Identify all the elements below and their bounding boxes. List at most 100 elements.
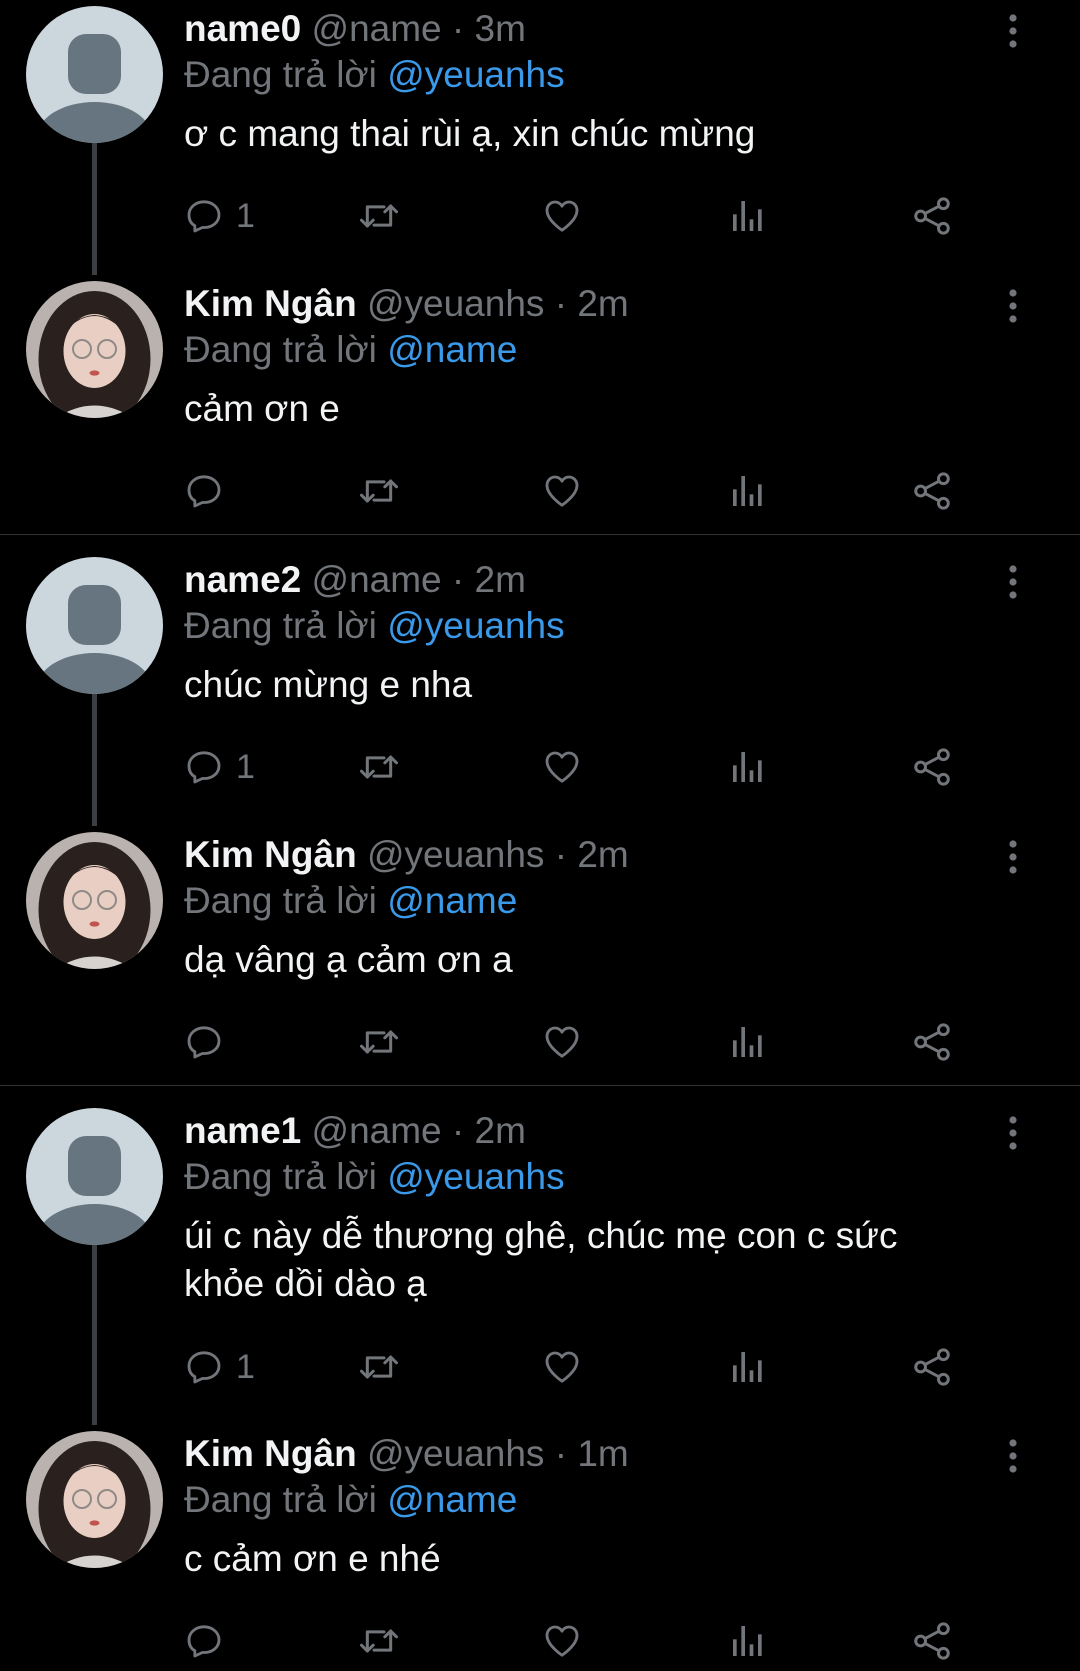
mention-link[interactable]: @name [387, 329, 517, 370]
tweet[interactable]: name0 @name · 3m Đang trả lời @yeuanhs ơ… [0, 0, 1080, 275]
reply-icon [187, 200, 221, 233]
user-handle[interactable]: @name [312, 1110, 442, 1151]
share-button[interactable] [911, 1017, 953, 1067]
default-avatar-icon[interactable] [26, 6, 163, 143]
replying-to-label: Đang trả lời [184, 329, 377, 370]
like-button[interactable] [542, 466, 582, 516]
analytics-button[interactable] [728, 466, 768, 516]
analytics-button[interactable] [728, 1616, 768, 1666]
share-button[interactable] [911, 466, 953, 516]
like-button[interactable] [542, 1616, 582, 1666]
default-avatar-icon[interactable] [26, 557, 163, 694]
tweet[interactable]: Kim Ngân @yeuanhs · 1m Đang trả lời @nam… [0, 1425, 1080, 1671]
tweet-text: úi c này dễ thương ghê, chúc mẹ con c sứ… [184, 1215, 898, 1304]
heart-icon [545, 475, 579, 507]
user-handle[interactable]: @yeuanhs [367, 1433, 544, 1474]
tweet-text: dạ vâng ạ cảm ơn a [184, 939, 513, 980]
reply-button[interactable]: 1 [184, 742, 255, 792]
timestamp[interactable]: 2m [475, 559, 526, 600]
profile-photo[interactable] [26, 1431, 163, 1568]
more-options-icon[interactable] [1006, 1439, 1020, 1473]
thread-connector [92, 694, 97, 826]
timestamp[interactable]: 2m [577, 834, 628, 875]
reply-thread-feed: name0 @name · 3m Đang trả lời @yeuanhs ơ… [0, 0, 1080, 1671]
more-options-icon[interactable] [1006, 289, 1020, 323]
timestamp[interactable]: 1m [577, 1433, 628, 1474]
share-icon [914, 1622, 950, 1660]
like-button[interactable] [542, 742, 582, 792]
display-name[interactable]: Kim Ngân [184, 834, 357, 875]
more-options-icon[interactable] [1006, 14, 1020, 48]
separator-dot: · [554, 283, 568, 324]
display-name[interactable]: Kim Ngân [184, 1433, 357, 1474]
mention-link[interactable]: @yeuanhs [387, 1156, 564, 1197]
share-button[interactable] [911, 191, 953, 241]
retweet-button[interactable] [356, 466, 402, 516]
share-icon [914, 1023, 950, 1061]
tweet-text: ơ c mang thai rùi ạ, xin chúc mừng [184, 113, 756, 154]
profile-photo[interactable] [26, 832, 163, 969]
reply-button[interactable]: 1 [184, 191, 255, 241]
more-options-icon[interactable] [1006, 840, 1020, 874]
share-icon [914, 1348, 950, 1386]
share-button[interactable] [911, 742, 953, 792]
retweet-button[interactable] [356, 1017, 402, 1067]
display-name[interactable]: Kim Ngân [184, 283, 357, 324]
separator-dot: · [554, 1433, 568, 1474]
heart-icon [545, 1026, 579, 1058]
like-button[interactable] [542, 1017, 582, 1067]
reply-count: 1 [236, 196, 255, 235]
share-button[interactable] [911, 1342, 953, 1392]
user-handle[interactable]: @yeuanhs [367, 834, 544, 875]
mention-link[interactable]: @name [387, 880, 517, 921]
replying-to-label: Đang trả lời [184, 1156, 377, 1197]
like-button[interactable] [542, 191, 582, 241]
user-handle[interactable]: @yeuanhs [367, 283, 544, 324]
user-handle[interactable]: @name [312, 559, 442, 600]
reply-button[interactable] [184, 466, 236, 516]
retweet-button[interactable] [356, 1616, 402, 1666]
more-options-icon[interactable] [1006, 1116, 1020, 1150]
timestamp[interactable]: 2m [475, 1110, 526, 1151]
share-icon [914, 748, 950, 786]
timestamp[interactable]: 3m [475, 8, 526, 49]
reply-button[interactable] [184, 1017, 236, 1067]
retweet-icon [360, 1030, 398, 1054]
profile-photo[interactable] [26, 281, 163, 418]
thread-divider [0, 1085, 1080, 1086]
reply-icon [187, 1026, 221, 1059]
tweet-text: chúc mừng e nha [184, 664, 473, 705]
tweet[interactable]: Kim Ngân @yeuanhs · 2m Đang trả lời @nam… [0, 275, 1080, 550]
display-name[interactable]: name0 [184, 8, 301, 49]
analytics-button[interactable] [728, 191, 768, 241]
heart-icon [545, 1625, 579, 1657]
mention-link[interactable]: @name [387, 1479, 517, 1520]
retweet-button[interactable] [356, 742, 402, 792]
reply-icon [187, 1351, 221, 1384]
reply-button[interactable]: 1 [184, 1342, 255, 1392]
analytics-icon [733, 1352, 762, 1382]
thread-connector [92, 143, 97, 275]
analytics-button[interactable] [728, 1342, 768, 1392]
tweet[interactable]: name1 @name · 2m Đang trả lời @yeuanhs ú… [0, 1102, 1080, 1425]
display-name[interactable]: name1 [184, 1110, 301, 1151]
analytics-button[interactable] [728, 742, 768, 792]
default-avatar-icon[interactable] [26, 1108, 163, 1245]
retweet-button[interactable] [356, 1342, 402, 1392]
mention-link[interactable]: @yeuanhs [387, 605, 564, 646]
retweet-button[interactable] [356, 191, 402, 241]
timestamp[interactable]: 2m [577, 283, 628, 324]
retweet-icon [360, 755, 398, 779]
display-name[interactable]: name2 [184, 559, 301, 600]
retweet-icon [360, 1629, 398, 1653]
more-options-icon[interactable] [1006, 565, 1020, 599]
tweet[interactable]: name2 @name · 2m Đang trả lời @yeuanhs c… [0, 551, 1080, 826]
separator-dot: · [451, 559, 465, 600]
analytics-button[interactable] [728, 1017, 768, 1067]
mention-link[interactable]: @yeuanhs [387, 54, 564, 95]
reply-button[interactable] [184, 1616, 236, 1666]
tweet[interactable]: Kim Ngân @yeuanhs · 2m Đang trả lời @nam… [0, 826, 1080, 1101]
share-button[interactable] [911, 1616, 953, 1666]
user-handle[interactable]: @name [312, 8, 442, 49]
like-button[interactable] [542, 1342, 582, 1392]
